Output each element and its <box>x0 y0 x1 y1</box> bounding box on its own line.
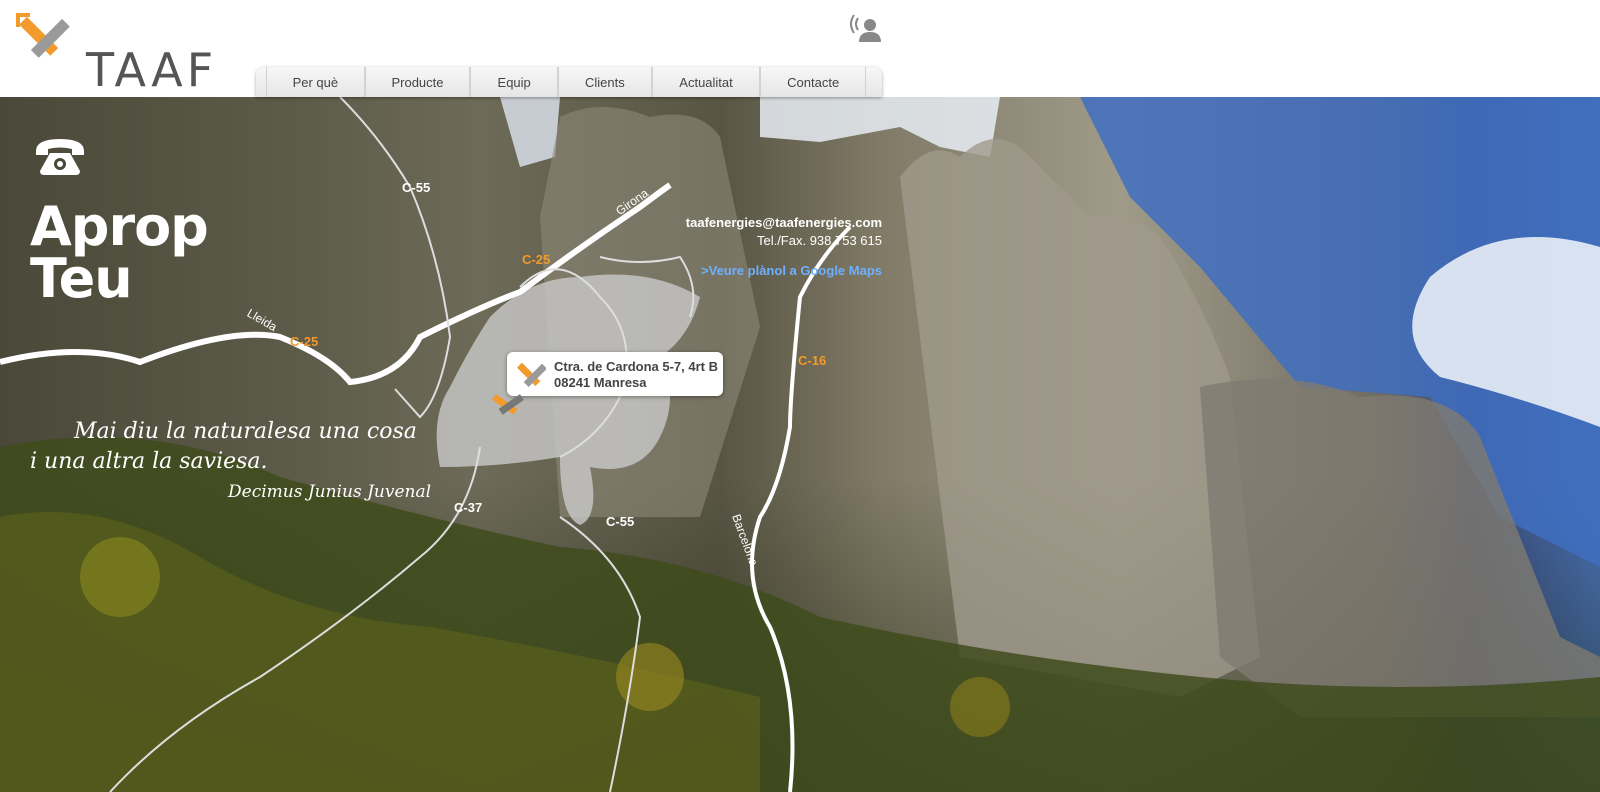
main-navigation: Per què Producte Equip Clients Actualita… <box>256 67 882 97</box>
contact-phone: Tel./Fax. 938 753 615 <box>756 233 882 248</box>
hero-map-section: Aprop Teu Mai diu la naturalesa una cosa… <box>0 97 1600 792</box>
location-pin-icon[interactable] <box>490 393 524 417</box>
nav-item-equip[interactable]: Equip <box>470 67 559 97</box>
nav-item-clients[interactable]: Clients <box>558 67 652 97</box>
google-maps-link[interactable]: >Veure plànol a Google Maps <box>640 263 882 278</box>
logo-text: TAAF <box>86 43 218 97</box>
nav-item-producte[interactable]: Producte <box>364 67 471 97</box>
nav-item-per-que[interactable]: Per què <box>266 67 365 97</box>
headline: Aprop Teu <box>30 195 209 310</box>
road-label-c55-south: C-55 <box>606 514 635 529</box>
address-bubble: Ctra. de Cardona 5-7, 4rt B 08241 Manres… <box>507 352 723 396</box>
quote-line-2: i una altra la saviesa. <box>30 449 268 474</box>
headline-line-1: Aprop <box>30 195 209 258</box>
road-label-c25-west: C-25 <box>290 334 319 349</box>
telephone-icon <box>34 137 86 177</box>
road-label-c55-north: C-55 <box>402 180 431 195</box>
taaf-logo[interactable]: TAAF <box>16 13 213 93</box>
taaf-logo-mark <box>16 13 70 58</box>
road-label-c25-north: C-25 <box>522 252 551 267</box>
quote-line-1: Mai diu la naturalesa una cosa <box>74 419 417 444</box>
road-label-c37: C-37 <box>454 500 483 515</box>
site-header: TAAF Per què Producte Equip Clients Actu… <box>0 0 1600 97</box>
quote-author: Decimus Junius Juvenal <box>228 482 432 502</box>
address-line-2: 08241 Manresa <box>554 375 647 390</box>
taaf-logo-small-icon <box>514 360 548 390</box>
person-broadcast-icon[interactable] <box>850 12 884 44</box>
nav-item-actualitat[interactable]: Actualitat <box>651 67 761 97</box>
contact-email[interactable]: taafenergies@taafenergies.com <box>640 215 882 230</box>
quote-block: Mai diu la naturalesa una cosa i una alt… <box>30 417 431 507</box>
road-label-c16: C-16 <box>798 353 827 368</box>
headline-line-2: Teu <box>30 247 133 310</box>
address-line-1: Ctra. de Cardona 5-7, 4rt B <box>554 359 718 374</box>
nav-item-contacte[interactable]: Contacte <box>760 67 866 97</box>
